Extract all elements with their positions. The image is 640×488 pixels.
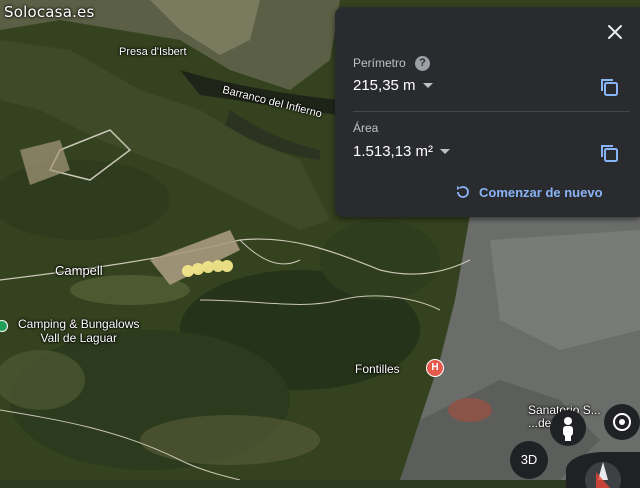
area-unit-dropdown[interactable]: 1.513,13 m²	[353, 143, 451, 160]
help-icon[interactable]: ?	[415, 56, 431, 72]
divider	[353, 111, 630, 112]
pegman-icon	[563, 417, 573, 441]
map-label-campell: Campell	[55, 263, 103, 278]
compass-button[interactable]	[566, 452, 640, 488]
watermark: Solocasa.es	[4, 3, 95, 21]
chevron-down-icon	[422, 82, 433, 88]
map-label-presa: Presa d'Isbert	[119, 46, 187, 58]
perimeter-unit-dropdown[interactable]: 215,35 m	[353, 77, 434, 94]
area-label: Área	[353, 121, 379, 135]
locate-icon	[613, 413, 631, 431]
perimeter-label-row: Perímetro ?	[353, 56, 431, 72]
chevron-down-icon	[440, 148, 451, 154]
map-label-fontilles: Fontilles	[355, 362, 400, 376]
restart-button[interactable]: Comenzar de nuevo	[455, 184, 603, 200]
map-label-camping[interactable]: Camping & Bungalows Vall de Laguar	[18, 317, 139, 345]
restart-icon	[457, 186, 469, 198]
copy-icon[interactable]	[598, 142, 620, 164]
view-3d-button[interactable]: 3D	[510, 441, 548, 479]
area-value: 1.513,13 m²	[353, 143, 434, 160]
hospital-pin[interactable]: H	[426, 359, 444, 377]
compass-icon	[585, 462, 621, 488]
camping-label-line1: Camping & Bungalows	[18, 317, 140, 331]
perimeter-value: 215,35 m	[353, 77, 416, 94]
close-icon[interactable]	[604, 21, 626, 43]
street-view-button[interactable]	[550, 410, 586, 446]
perimeter-label: Perímetro	[353, 56, 406, 70]
locate-button[interactable]	[604, 404, 640, 440]
camping-label-line2: Vall de Laguar	[40, 331, 117, 345]
copy-icon[interactable]	[598, 76, 620, 98]
measure-panel: Perímetro ? 215,35 m Área 1.513,13 m² Co…	[335, 7, 640, 217]
restart-label: Comenzar de nuevo	[479, 184, 603, 200]
